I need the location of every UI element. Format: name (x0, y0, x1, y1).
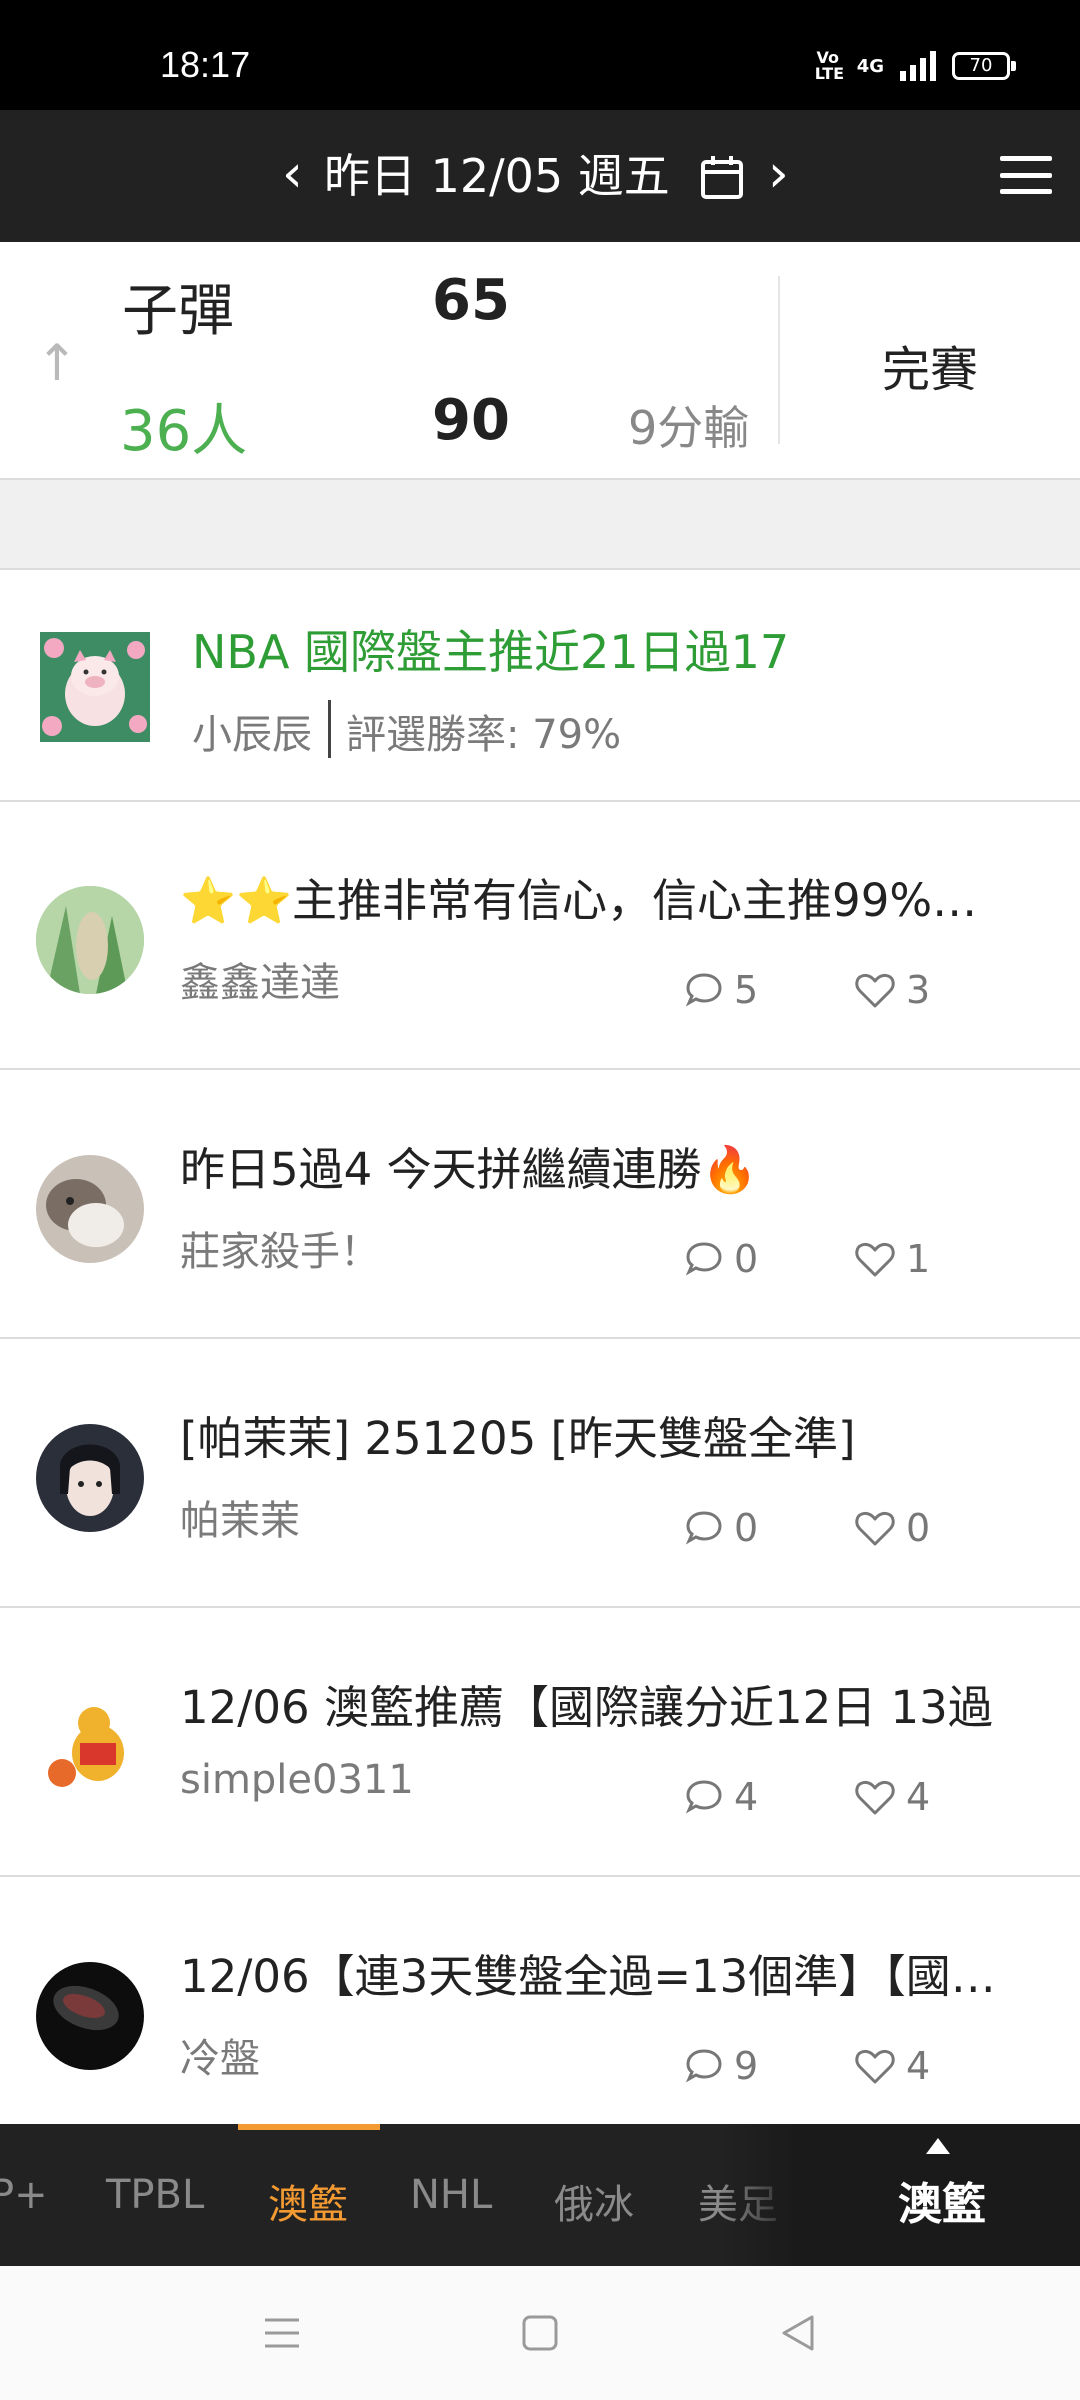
post-author: 冷盤 (180, 2036, 260, 2082)
like-count-label: 4 (906, 1775, 931, 1819)
date-label[interactable]: 昨日 12/05 週五 (324, 146, 670, 206)
comment-icon (685, 1511, 722, 1545)
battery-icon: 70 (952, 52, 1016, 80)
follower-count: 36人 (120, 399, 248, 464)
tab-partial[interactable]: P+ (0, 2172, 48, 2218)
current-league-label: 澳籃 (898, 2179, 986, 2230)
comment-count[interactable]: 0 (684, 1506, 758, 1550)
active-tab-indicator (238, 2124, 380, 2130)
comment-count-label: 9 (734, 2044, 759, 2088)
list-item[interactable]: 12/06 澳籃推薦【國際讓分近12日 13過 simple0311 4 4 (0, 1609, 1080, 1877)
avatar (36, 1693, 144, 1801)
featured-author: 小辰辰 (192, 712, 312, 758)
like-count[interactable]: 1 (854, 1237, 930, 1281)
like-count[interactable]: 3 (854, 968, 930, 1012)
comment-count[interactable]: 5 (684, 968, 758, 1012)
system-nav-bar (0, 2266, 1080, 2400)
post-title[interactable]: ⭐⭐主推非常有信心，信心主推99%信心主推 (180, 864, 1010, 929)
divider (778, 276, 780, 444)
chevron-left-icon[interactable]: ‹ (282, 148, 303, 200)
heart-icon (855, 973, 895, 1008)
tab-nhl[interactable]: NHL (410, 2172, 492, 2218)
calendar-icon[interactable] (700, 154, 744, 204)
score-result: 9分輸 (628, 401, 750, 455)
heart-icon (855, 2049, 895, 2084)
back-icon[interactable] (758, 2266, 838, 2400)
list-item[interactable]: 12/06【連3天雙盤全過=13個準】【國際盤 冷盤 9 4 (0, 1878, 1080, 2146)
avatar (36, 1155, 144, 1263)
team-name: 子彈 (122, 279, 234, 344)
volte-icon: Vo LTE (814, 48, 845, 83)
comment-count-label: 4 (734, 1775, 759, 1819)
post-title[interactable]: 昨日5過4 今天拼繼續連勝🔥 (180, 1133, 1010, 1198)
tab-tpbl[interactable]: TPBL (106, 2172, 204, 2218)
avatar (36, 1962, 144, 2070)
comment-count[interactable]: 9 (684, 2044, 758, 2088)
like-count-label: 4 (906, 2044, 931, 2088)
status-bar: 18:17 Vo LTE 4G 70 (0, 0, 1080, 110)
like-count-label: 1 (906, 1237, 931, 1281)
comment-icon (685, 1242, 722, 1276)
featured-title[interactable]: NBA 國際盤主推近21日過17 (192, 616, 789, 682)
scoreboard[interactable]: ↑ 子彈 65 36人 90 9分輸 完賽 (0, 242, 1080, 480)
comment-count-label: 0 (734, 1506, 759, 1550)
like-count[interactable]: 4 (854, 1775, 930, 1819)
date-header: ‹ 昨日 12/05 週五 › (0, 110, 1080, 242)
post-author: 莊家殺手！ (180, 1229, 380, 1275)
comment-icon (685, 973, 722, 1007)
heart-icon (855, 1511, 895, 1546)
like-count[interactable]: 0 (854, 1506, 930, 1550)
post-title[interactable]: 12/06【連3天雙盤全過=13個準】【國際盤 (180, 1940, 1010, 2005)
avatar (40, 632, 150, 742)
section-spacer (0, 480, 1080, 570)
comment-count[interactable]: 4 (684, 1775, 758, 1819)
status-time: 18:17 (160, 44, 251, 85)
team-score-top: 65 (432, 268, 510, 333)
win-rate: 評選勝率: 79% (346, 712, 622, 758)
avatar (36, 1424, 144, 1532)
list-item[interactable]: 昨日5過4 今天拼繼續連勝🔥 莊家殺手！ 0 1 (0, 1071, 1080, 1339)
list-item[interactable]: [帕茉茉] 251205 [昨天雙盤全準] 帕茉茉 0 0 (0, 1340, 1080, 1608)
list-item[interactable]: ⭐⭐主推非常有信心，信心主推99%信心主推 鑫鑫達達 5 3 (0, 802, 1080, 1070)
comment-count-label: 5 (734, 968, 759, 1012)
current-league-selector[interactable]: 澳籃 (800, 2124, 1080, 2266)
team-score-bottom: 90 (432, 388, 510, 453)
post-title[interactable]: 12/06 澳籃推薦【國際讓分近12日 13過 (180, 1671, 1010, 1736)
chevron-right-icon[interactable]: › (768, 148, 789, 200)
tab-russian-hockey[interactable]: 俄冰 (554, 2172, 634, 2230)
network-type: 4G (856, 55, 884, 77)
recent-apps-icon[interactable] (242, 2266, 322, 2400)
comment-icon (685, 2049, 722, 2083)
post-author: 帕茉茉 (180, 1498, 300, 1544)
tab-aus-basketball[interactable]: 澳籃 (268, 2172, 348, 2230)
league-tab-bar: P+ TPBL 澳籃 NHL 俄冰 美足 澳籃 (0, 2124, 1080, 2266)
heart-icon (855, 1780, 895, 1815)
home-icon[interactable] (500, 2266, 580, 2400)
post-title[interactable]: [帕茉茉] 251205 [昨天雙盤全準] (180, 1402, 1010, 1467)
post-author: simple0311 (180, 1757, 414, 1803)
caret-up-icon (926, 2138, 950, 2154)
divider (328, 700, 331, 758)
tab-fade (720, 2124, 800, 2266)
status-icons: Vo LTE 4G 70 (814, 48, 1016, 83)
comment-count-label: 0 (734, 1237, 759, 1281)
heart-icon (855, 1242, 895, 1277)
comment-icon (685, 1780, 722, 1814)
like-count-label: 3 (906, 968, 931, 1012)
arrow-up-icon: ↑ (36, 334, 78, 392)
game-status: 完賽 (882, 342, 979, 398)
like-count[interactable]: 4 (854, 2044, 930, 2088)
like-count-label: 0 (906, 1506, 931, 1550)
signal-icon (900, 51, 936, 81)
post-author: 鑫鑫達達 (180, 960, 340, 1006)
featured-post[interactable]: NBA 國際盤主推近21日過17 小辰辰 評選勝率: 79% (0, 572, 1080, 802)
avatar (36, 886, 144, 994)
comment-count[interactable]: 0 (684, 1237, 758, 1281)
hamburger-menu-icon[interactable] (1000, 156, 1052, 194)
